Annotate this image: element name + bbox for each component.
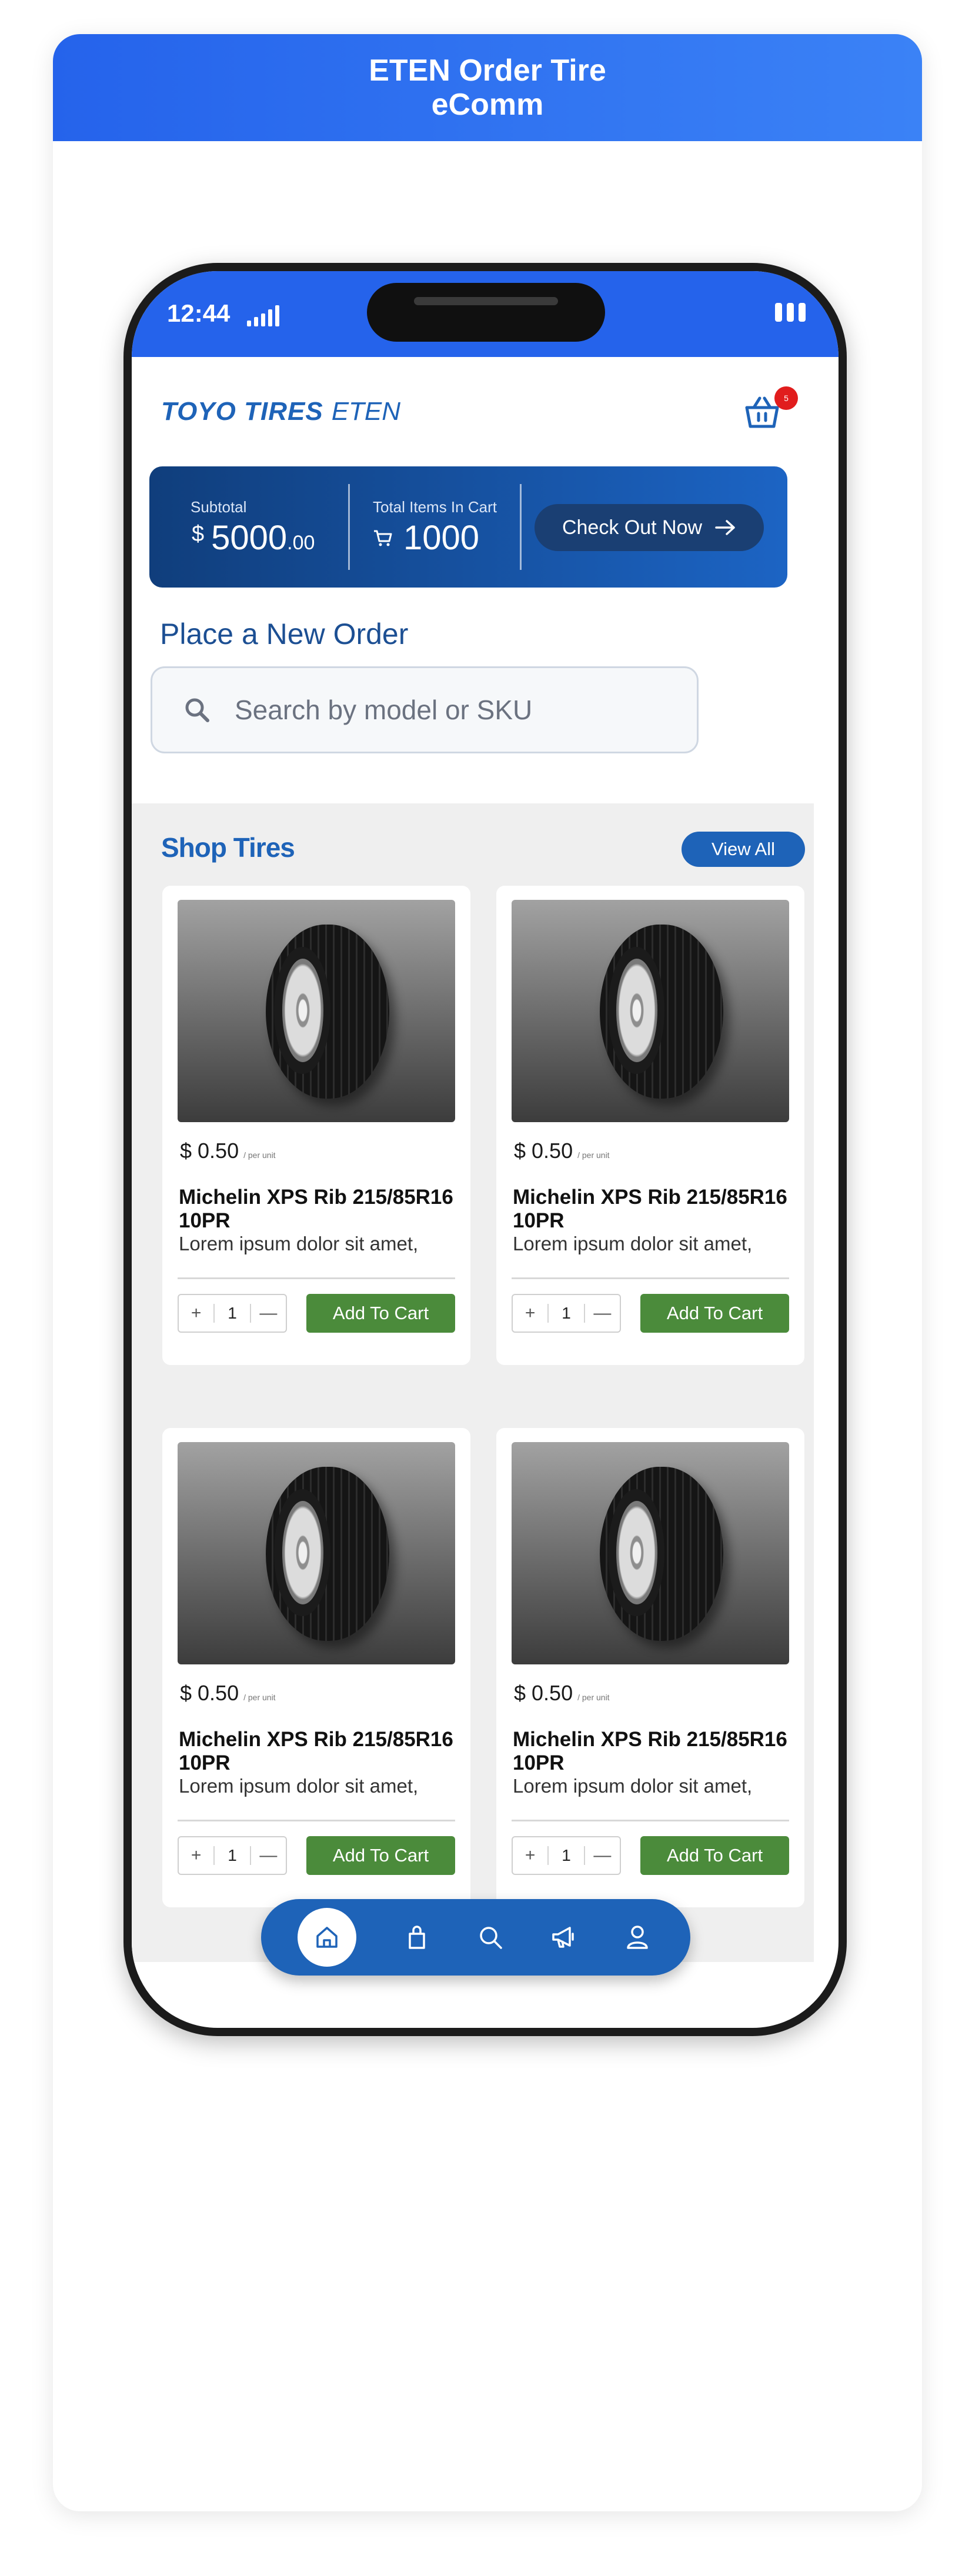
cart-summary-banner: Subtotal $5000.00 Total Items In Cart 10… xyxy=(149,466,787,588)
decrement-button[interactable]: — xyxy=(585,1846,620,1866)
divider xyxy=(178,1820,455,1821)
tire-image xyxy=(600,1467,723,1641)
search-icon xyxy=(185,698,209,722)
shopping-bag-icon xyxy=(409,1926,425,1949)
product-price: $ 0.50/ per unit xyxy=(180,1139,276,1163)
increment-button[interactable]: + xyxy=(179,1303,213,1323)
shop-tires-section: Shop Tires View All $ 0.50/ per unit Mic… xyxy=(132,803,814,1962)
quantity-stepper: + 1 — xyxy=(178,1836,287,1875)
items-count: 1000 xyxy=(403,519,480,557)
app-header: TOYO TIRES ETEN 5 xyxy=(132,357,839,466)
product-price: $ 0.50/ per unit xyxy=(514,1681,610,1705)
product-image[interactable] xyxy=(512,1442,789,1664)
place-order-title: Place a New Order xyxy=(160,618,409,650)
checkout-label: Check Out Now xyxy=(562,516,703,539)
brand-name: TOYO TIRES xyxy=(161,397,323,426)
tab-search[interactable] xyxy=(470,1917,511,1958)
signal-icon xyxy=(247,305,279,326)
product-name[interactable]: Michelin XPS Rib 215/85R16 10PR xyxy=(179,1728,455,1775)
cart-icon xyxy=(374,530,392,546)
increment-button[interactable]: + xyxy=(513,1846,547,1866)
product-price: $ 0.50/ per unit xyxy=(180,1681,276,1705)
divider xyxy=(512,1820,789,1821)
bottom-tab-bar xyxy=(261,1899,690,1976)
product-name[interactable]: Michelin XPS Rib 215/85R16 10PR xyxy=(179,1186,455,1233)
product-image[interactable] xyxy=(512,900,789,1122)
phone-frame: 12:44 ◝ TOYO TIRES ETEN 5 Subtotal $5000.… xyxy=(123,263,847,2036)
view-all-button[interactable]: View All xyxy=(682,832,805,867)
increment-button[interactable]: + xyxy=(513,1303,547,1323)
tab-orders[interactable] xyxy=(396,1917,437,1958)
summary-divider xyxy=(520,484,522,570)
add-to-cart-button[interactable]: Add To Cart xyxy=(640,1294,789,1333)
summary-divider xyxy=(348,484,350,570)
arrow-right-icon xyxy=(715,520,735,535)
megaphone-icon xyxy=(552,1927,574,1948)
quantity-value[interactable]: 1 xyxy=(213,1846,251,1865)
product-description: Lorem ipsum dolor sit amet, xyxy=(179,1233,419,1254)
subtotal-whole: 5000 xyxy=(211,519,288,557)
tire-image xyxy=(266,925,389,1099)
card-header: ETEN Order Tire eComm xyxy=(53,34,922,141)
product-image[interactable] xyxy=(178,1442,455,1664)
quantity-stepper: + 1 — xyxy=(512,1836,621,1875)
tab-profile[interactable] xyxy=(617,1917,658,1958)
subtotal-cents: .00 xyxy=(287,532,315,554)
subtotal-label: Subtotal xyxy=(191,498,247,516)
battery-icon xyxy=(775,303,806,322)
product-description: Lorem ipsum dolor sit amet, xyxy=(513,1233,753,1254)
status-bar: 12:44 ◝ xyxy=(132,271,839,357)
tire-image xyxy=(600,925,723,1099)
cart-count-badge: 5 xyxy=(774,386,798,410)
add-to-cart-button[interactable]: Add To Cart xyxy=(306,1836,455,1875)
quantity-stepper: + 1 — xyxy=(178,1294,287,1333)
product-name[interactable]: Michelin XPS Rib 215/85R16 10PR xyxy=(513,1728,789,1775)
product-card[interactable]: $ 0.50/ per unit Michelin XPS Rib 215/85… xyxy=(162,886,470,1365)
quantity-value[interactable]: 1 xyxy=(547,1304,585,1323)
decrement-button[interactable]: — xyxy=(251,1846,286,1866)
card-title-line2: eComm xyxy=(431,88,544,122)
status-time: 12:44 xyxy=(167,299,231,327)
product-card[interactable]: $ 0.50/ per unit Michelin XPS Rib 215/85… xyxy=(496,1428,804,1907)
search-icon xyxy=(480,1927,502,1949)
add-to-cart-button[interactable]: Add To Cart xyxy=(306,1294,455,1333)
checkout-button[interactable]: Check Out Now xyxy=(535,504,764,551)
home-icon xyxy=(316,1927,338,1948)
user-icon xyxy=(627,1926,648,1949)
items-value: 1000 xyxy=(373,518,479,558)
tab-home[interactable] xyxy=(298,1908,356,1967)
product-name[interactable]: Michelin XPS Rib 215/85R16 10PR xyxy=(513,1186,789,1233)
product-card[interactable]: $ 0.50/ per unit Michelin XPS Rib 215/85… xyxy=(496,886,804,1365)
quantity-value[interactable]: 1 xyxy=(547,1846,585,1865)
product-description: Lorem ipsum dolor sit amet, xyxy=(179,1775,419,1797)
divider xyxy=(512,1277,789,1279)
decrement-button[interactable]: — xyxy=(251,1303,286,1323)
divider xyxy=(178,1277,455,1279)
increment-button[interactable]: + xyxy=(179,1846,213,1866)
brand-sub-name: ETEN xyxy=(331,397,401,426)
quantity-value[interactable]: 1 xyxy=(213,1304,251,1323)
items-label: Total Items In Cart xyxy=(373,498,497,516)
shop-tires-title: Shop Tires xyxy=(161,832,295,863)
search-input[interactable]: Search by model or SKU xyxy=(151,666,699,753)
tab-promotions[interactable] xyxy=(543,1917,584,1958)
quantity-stepper: + 1 — xyxy=(512,1294,621,1333)
product-price: $ 0.50/ per unit xyxy=(514,1139,610,1163)
add-to-cart-button[interactable]: Add To Cart xyxy=(640,1836,789,1875)
subtotal-value: $5000.00 xyxy=(192,518,315,558)
brand-logo: TOYO TIRES ETEN xyxy=(161,397,400,426)
tire-image xyxy=(266,1467,389,1641)
dynamic-island xyxy=(367,283,605,342)
decrement-button[interactable]: — xyxy=(585,1303,620,1323)
product-image[interactable] xyxy=(178,900,455,1122)
card-title-line1: ETEN Order Tire xyxy=(369,54,606,88)
search-placeholder: Search by model or SKU xyxy=(235,695,533,725)
currency-symbol: $ xyxy=(192,522,205,546)
product-description: Lorem ipsum dolor sit amet, xyxy=(513,1775,753,1797)
product-card[interactable]: $ 0.50/ per unit Michelin XPS Rib 215/85… xyxy=(162,1428,470,1907)
